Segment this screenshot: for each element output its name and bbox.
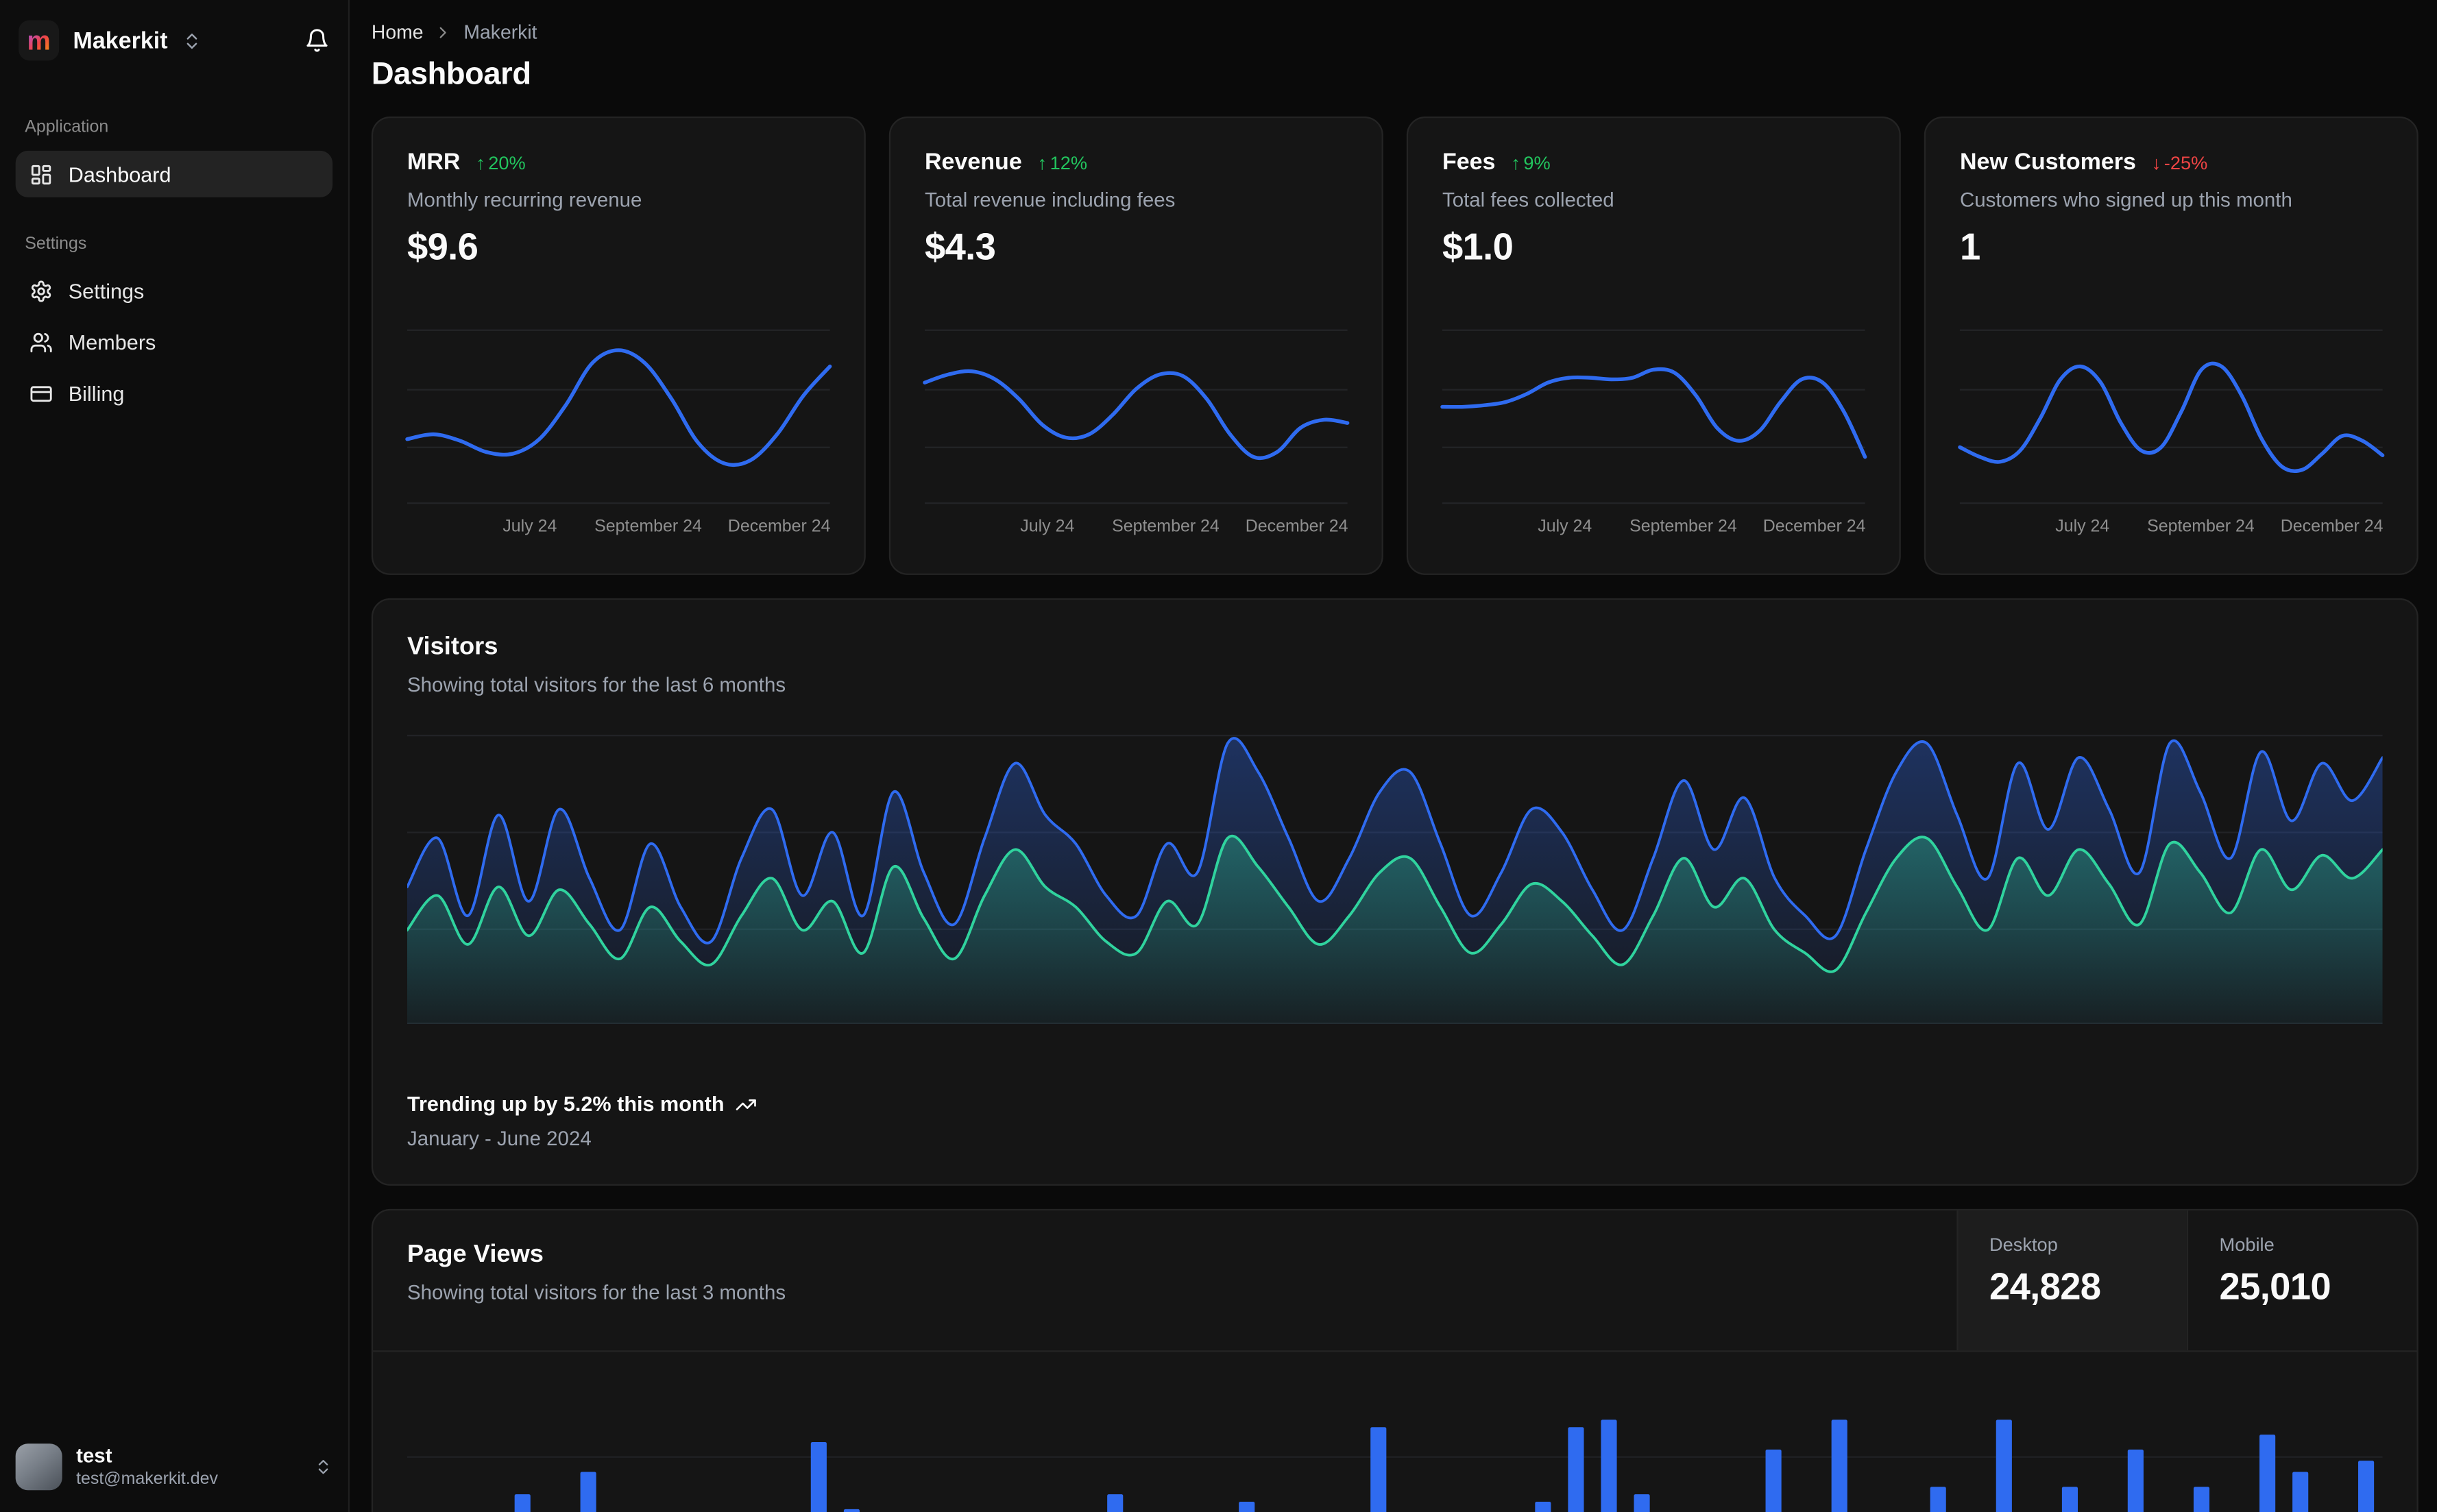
sidebar: m Makerkit Application Dashboard Setting… xyxy=(0,0,350,1512)
new-customers-sparkline-chart xyxy=(1958,325,2385,505)
visitors-footer: Trending up by 5.2% this month January -… xyxy=(407,1093,2383,1150)
revenue-sparkline-chart xyxy=(923,325,1350,505)
stat-value: $9.6 xyxy=(407,227,478,269)
workspace-name: Makerkit xyxy=(73,27,168,54)
arrow-up-icon: ↑ xyxy=(1511,151,1520,173)
arrow-down-icon: ↓ xyxy=(2151,151,2161,173)
arrow-up-icon: ↑ xyxy=(1037,151,1047,173)
user-avatar xyxy=(15,1443,62,1491)
sidebar-item-label: Billing xyxy=(68,381,125,405)
mrr-sparkline-chart xyxy=(405,325,832,505)
stat-title: Fees xyxy=(1442,149,1496,176)
chevrons-up-down-icon xyxy=(182,30,202,50)
trend-badge: ↑ 9% xyxy=(1511,151,1551,173)
nav-section-application: Application xyxy=(25,118,109,137)
page-views-header: Page Views Showing total visitors for th… xyxy=(373,1210,2417,1352)
breadcrumb-current: Makerkit xyxy=(463,21,537,44)
notifications-bell-icon[interactable] xyxy=(304,28,329,53)
sidebar-item-billing[interactable]: Billing xyxy=(16,370,333,417)
stat-title: New Customers xyxy=(1959,149,2136,176)
stat-value: $1.0 xyxy=(1442,227,1514,269)
stat-value: $4.3 xyxy=(924,227,996,269)
tab-mobile[interactable]: Mobile 25,010 xyxy=(2186,1210,2417,1351)
stat-card-new-customers: New Customers ↓ -25% Customers who signed… xyxy=(1924,117,2418,575)
stat-card-revenue: Revenue ↑ 12% Total revenue including fee… xyxy=(888,117,1383,575)
tab-desktop[interactable]: Desktop 24,828 xyxy=(1956,1210,2187,1351)
sidebar-item-members[interactable]: Members xyxy=(16,319,333,365)
page-views-subtitle: Showing total visitors for the last 3 mo… xyxy=(407,1280,786,1304)
stat-description: Monthly recurring revenue xyxy=(407,188,642,212)
visitors-area-chart xyxy=(407,721,2383,1025)
visitors-date-range: January - June 2024 xyxy=(407,1126,592,1150)
visitors-trend-text: Trending up by 5.2% this month xyxy=(407,1092,725,1116)
tab-label: Desktop xyxy=(1989,1234,2058,1256)
stat-card-mrr: MRR ↑ 20% Monthly recurring revenue $9.6 … xyxy=(371,117,866,575)
x-axis-labels: July 24 September 24 December 24 xyxy=(2055,517,2384,537)
credit-card-icon xyxy=(29,382,53,405)
stat-description: Total fees collected xyxy=(1442,188,1614,212)
user-menu[interactable]: test test@makerkit.dev xyxy=(0,1431,348,1502)
tab-label: Mobile xyxy=(2219,1234,2275,1256)
user-email: test@makerkit.dev xyxy=(76,1470,218,1489)
x-axis-labels: July 24 September 24 December 24 xyxy=(1538,517,1866,537)
app-root: m Makerkit Application Dashboard Setting… xyxy=(0,0,2437,1512)
users-icon xyxy=(29,330,53,354)
workspace-selector[interactable]: m Makerkit xyxy=(0,0,348,81)
sidebar-item-label: Members xyxy=(68,330,156,354)
fees-sparkline-chart xyxy=(1440,325,1867,505)
page-views-bar-chart xyxy=(407,1367,2383,1512)
page-title: Dashboard xyxy=(371,57,531,92)
trending-up-icon xyxy=(735,1093,757,1115)
stat-title: MRR xyxy=(407,149,461,176)
sidebar-item-label: Settings xyxy=(68,278,145,302)
trend-badge: ↓ -25% xyxy=(2151,151,2208,173)
chevron-right-icon xyxy=(434,23,452,42)
trend-badge: ↑ 12% xyxy=(1037,151,1088,173)
breadcrumb: Home Makerkit xyxy=(372,22,2418,44)
stat-value: 1 xyxy=(1959,227,1980,269)
sidebar-nav: Application Dashboard Settings Settings … xyxy=(0,81,348,422)
breadcrumb-home-link[interactable]: Home xyxy=(372,22,424,44)
tab-value: 25,010 xyxy=(2219,1266,2331,1308)
stat-cards-row: MRR ↑ 20% Monthly recurring revenue $9.6 … xyxy=(371,117,2418,575)
gear-icon xyxy=(29,279,53,302)
user-meta: test test@makerkit.dev xyxy=(76,1443,218,1489)
arrow-up-icon: ↑ xyxy=(476,151,485,173)
user-name: test xyxy=(76,1443,112,1467)
stat-description: Total revenue including fees xyxy=(924,188,1176,212)
visitors-subtitle: Showing total visitors for the last 6 mo… xyxy=(407,672,786,696)
trend-badge: ↑ 20% xyxy=(476,151,526,173)
chevrons-up-down-icon xyxy=(314,1458,332,1476)
makerkit-logo: m xyxy=(19,20,60,61)
visitors-card: Visitors Showing total visitors for the … xyxy=(371,598,2418,1186)
stat-description: Customers who signed up this month xyxy=(1959,188,2292,212)
stat-title: Revenue xyxy=(924,149,1022,176)
nav-section-settings: Settings xyxy=(25,234,87,254)
dashboard-grid-icon xyxy=(29,162,53,186)
visitors-title: Visitors xyxy=(407,634,498,661)
tab-value: 24,828 xyxy=(1989,1266,2101,1308)
x-axis-labels: July 24 September 24 December 24 xyxy=(502,517,831,537)
sidebar-item-settings[interactable]: Settings xyxy=(16,267,333,314)
sidebar-item-dashboard[interactable]: Dashboard xyxy=(15,150,333,197)
sidebar-item-label: Dashboard xyxy=(68,162,171,186)
stat-card-fees: Fees ↑ 9% Total fees collected $1.0 July … xyxy=(1406,117,1901,575)
x-axis-labels: July 24 September 24 December 24 xyxy=(1020,517,1348,537)
page-views-title: Page Views xyxy=(407,1241,544,1269)
page-views-card: Page Views Showing total visitors for th… xyxy=(371,1208,2418,1512)
main-content: Home Makerkit Dashboard MRR ↑ 20% Monthly… xyxy=(350,0,2437,1512)
